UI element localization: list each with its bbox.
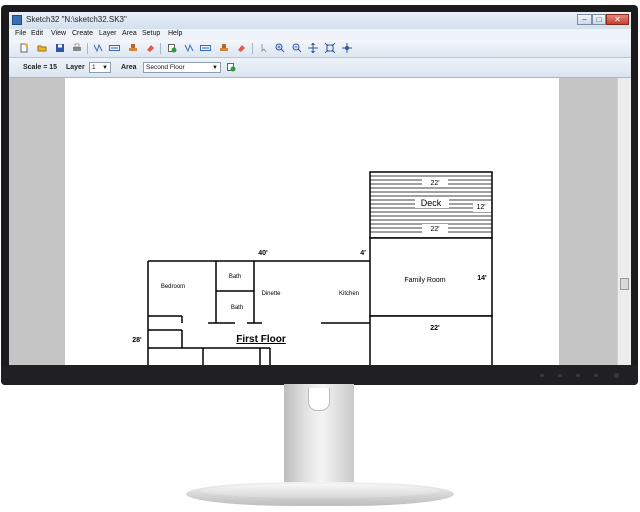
open-folder-icon[interactable] (37, 43, 47, 53)
pan-icon[interactable] (342, 43, 352, 53)
scale-label: Scale = 15 (23, 64, 58, 71)
window-title: Sketch32 "N:\sketch32.SK3" (26, 15, 127, 24)
monitor-base-top (200, 484, 440, 498)
menu-setup[interactable]: Setup (142, 30, 160, 37)
fit-window-icon[interactable] (308, 43, 318, 53)
house-width-dim: 40' (258, 250, 268, 257)
add-area-icon[interactable] (167, 43, 177, 53)
floor-title: First Floor (236, 334, 286, 345)
vertical-scrollbar[interactable] (617, 78, 631, 365)
bedroom-label: Bedroom (161, 284, 185, 290)
scrollbar-thumb[interactable] (620, 278, 629, 290)
toolbar-separator (252, 43, 253, 54)
chevron-down-icon: ▼ (102, 65, 108, 71)
margin-left (9, 78, 65, 365)
monitor-button (594, 374, 598, 377)
draw-line-icon[interactable] (93, 43, 103, 53)
lower-room[interactable] (369, 315, 493, 365)
toolbar-separator (87, 43, 88, 54)
drawing-workspace[interactable]: 22' Deck 12' 22' Family Room 14' 22' 40'… (9, 78, 631, 365)
stamp-icon[interactable] (128, 43, 138, 53)
screen: Sketch32 "N:\sketch32.SK3" – □ ✕ File Ed… (9, 12, 631, 365)
draw-polygon-2-icon[interactable] (200, 43, 211, 53)
bath-1-label: Bath (229, 274, 241, 280)
area-select[interactable]: Second Floor ▼ (143, 62, 221, 73)
options-bar: Scale = 15 Layer 1 ▼ Area Second Floor ▼ (9, 58, 631, 78)
save-icon[interactable] (55, 43, 65, 53)
eraser-2-icon[interactable] (236, 43, 246, 53)
monitor-button (540, 374, 544, 377)
print-icon[interactable] (72, 43, 82, 53)
area-select-value: Second Floor (146, 64, 185, 71)
family-room-label: Family Room (404, 277, 445, 284)
deck-bottom-dim: 22' (430, 226, 439, 233)
menu-area[interactable]: Area (122, 30, 137, 37)
menu-help[interactable]: Help (168, 30, 182, 37)
menu-edit[interactable]: Edit (31, 30, 43, 37)
add-area-button-icon[interactable] (226, 62, 236, 72)
toolbar (9, 40, 631, 58)
minimize-button[interactable]: – (577, 14, 592, 25)
menu-view[interactable]: View (51, 30, 66, 37)
left-height-dim: 28' (132, 337, 142, 344)
deck-label: Deck (421, 198, 442, 208)
app-icon (12, 15, 22, 25)
zoom-out-icon[interactable] (292, 43, 302, 53)
menu-bar: File Edit View Create Layer Area Setup H… (9, 29, 631, 40)
layer-select[interactable]: 1 ▼ (89, 62, 111, 73)
menu-create[interactable]: Create (72, 30, 93, 37)
pointer-icon[interactable] (259, 43, 269, 53)
deck-top-dim: 22' (430, 180, 439, 187)
dinette-label: Dinette (261, 291, 281, 297)
toolbar-separator (160, 43, 161, 54)
power-button (614, 373, 619, 378)
zoom-extents-icon[interactable] (325, 43, 335, 53)
new-file-icon[interactable] (19, 43, 29, 53)
layer-select-value: 1 (92, 64, 96, 71)
lower-room-dim: 22' (430, 325, 440, 332)
close-button[interactable]: ✕ (606, 14, 629, 25)
maximize-button[interactable]: □ (592, 14, 606, 25)
menu-file[interactable]: File (15, 30, 26, 37)
menu-layer[interactable]: Layer (99, 30, 117, 37)
family-room-dim: 14' (477, 275, 487, 282)
kitchen-label: Kitchen (339, 291, 359, 297)
cable-hole (308, 388, 330, 411)
monitor-button (576, 374, 580, 377)
house-walls[interactable] (147, 260, 370, 365)
deck-side-dim: 12' (476, 204, 485, 211)
floor-plan[interactable]: 22' Deck 12' 22' Family Room 14' 22' 40'… (65, 78, 559, 365)
monitor-button (558, 374, 562, 377)
drawing-sheet[interactable]: 22' Deck 12' 22' Family Room 14' 22' 40'… (65, 78, 559, 365)
area-label: Area (121, 64, 137, 71)
margin-right (559, 78, 617, 365)
draw-polygon-icon[interactable] (109, 43, 120, 53)
title-bar: Sketch32 "N:\sketch32.SK3" – □ ✕ (9, 12, 631, 29)
stamp-2-icon[interactable] (219, 43, 229, 53)
eraser-icon[interactable] (145, 43, 155, 53)
zoom-in-icon[interactable] (275, 43, 285, 53)
chevron-down-icon: ▼ (212, 65, 218, 71)
jog-dim: 4' (360, 250, 366, 257)
layer-label: Layer (66, 64, 85, 71)
bath-2-label: Bath (231, 305, 243, 311)
draw-line-2-icon[interactable] (184, 43, 194, 53)
